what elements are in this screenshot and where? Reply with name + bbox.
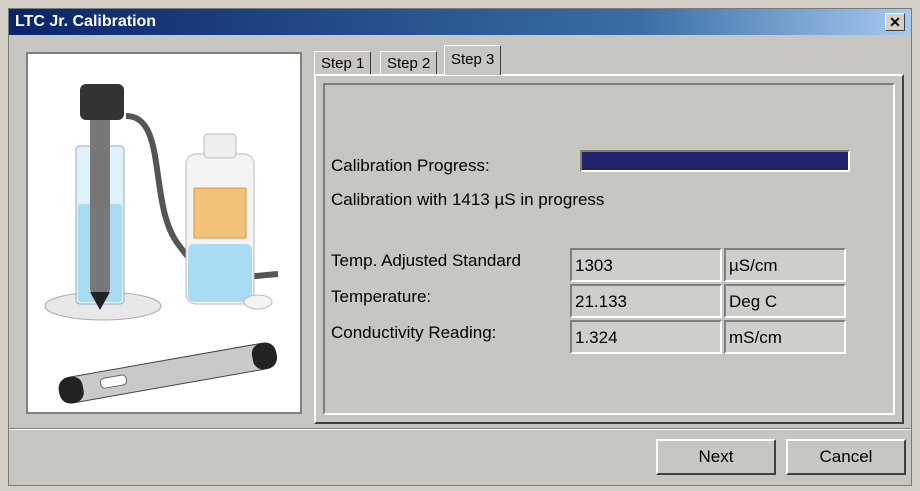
cancel-button[interactable]: Cancel [786, 439, 906, 475]
step-3-content: Calibration Progress: Calibration with 1… [323, 83, 895, 415]
status-text: Calibration with 1413 µS in progress [331, 190, 605, 209]
temp-adjusted-standard-label: Temp. Adjusted Standard [331, 251, 521, 270]
calibration-illustration [26, 52, 302, 414]
calibration-window: LTC Jr. Calibration ✕ Step 1 Step 2 Step… [8, 8, 912, 486]
temperature-value: 21.133 [570, 284, 722, 318]
close-button[interactable]: ✕ [885, 13, 905, 31]
title-bar[interactable]: LTC Jr. Calibration ✕ [9, 9, 911, 35]
progress-fill [582, 152, 848, 170]
temp-adjusted-standard-unit: µS/cm [724, 248, 846, 282]
step-3-panel: Calibration Progress: Calibration with 1… [314, 74, 904, 424]
temp-adjusted-standard-value: 1303 [570, 248, 722, 282]
calibration-setup-image [44, 84, 279, 404]
temperature-label: Temperature: [331, 287, 432, 306]
tab-step-1[interactable]: Step 1 [314, 51, 372, 75]
temperature-unit: Deg C [724, 284, 846, 318]
conductivity-reading-unit: mS/cm [724, 320, 846, 354]
tab-step-3[interactable]: Step 3 [444, 45, 502, 75]
window-title: LTC Jr. Calibration [15, 13, 157, 30]
next-button[interactable]: Next [656, 439, 776, 475]
calibration-progress-bar [580, 150, 850, 172]
progress-label: Calibration Progress: [331, 156, 490, 175]
conductivity-reading-value: 1.324 [570, 320, 722, 354]
button-bar-separator [9, 428, 911, 430]
tab-step-2[interactable]: Step 2 [380, 51, 438, 75]
conductivity-reading-label: Conductivity Reading: [331, 323, 497, 342]
close-icon: ✕ [889, 14, 901, 30]
